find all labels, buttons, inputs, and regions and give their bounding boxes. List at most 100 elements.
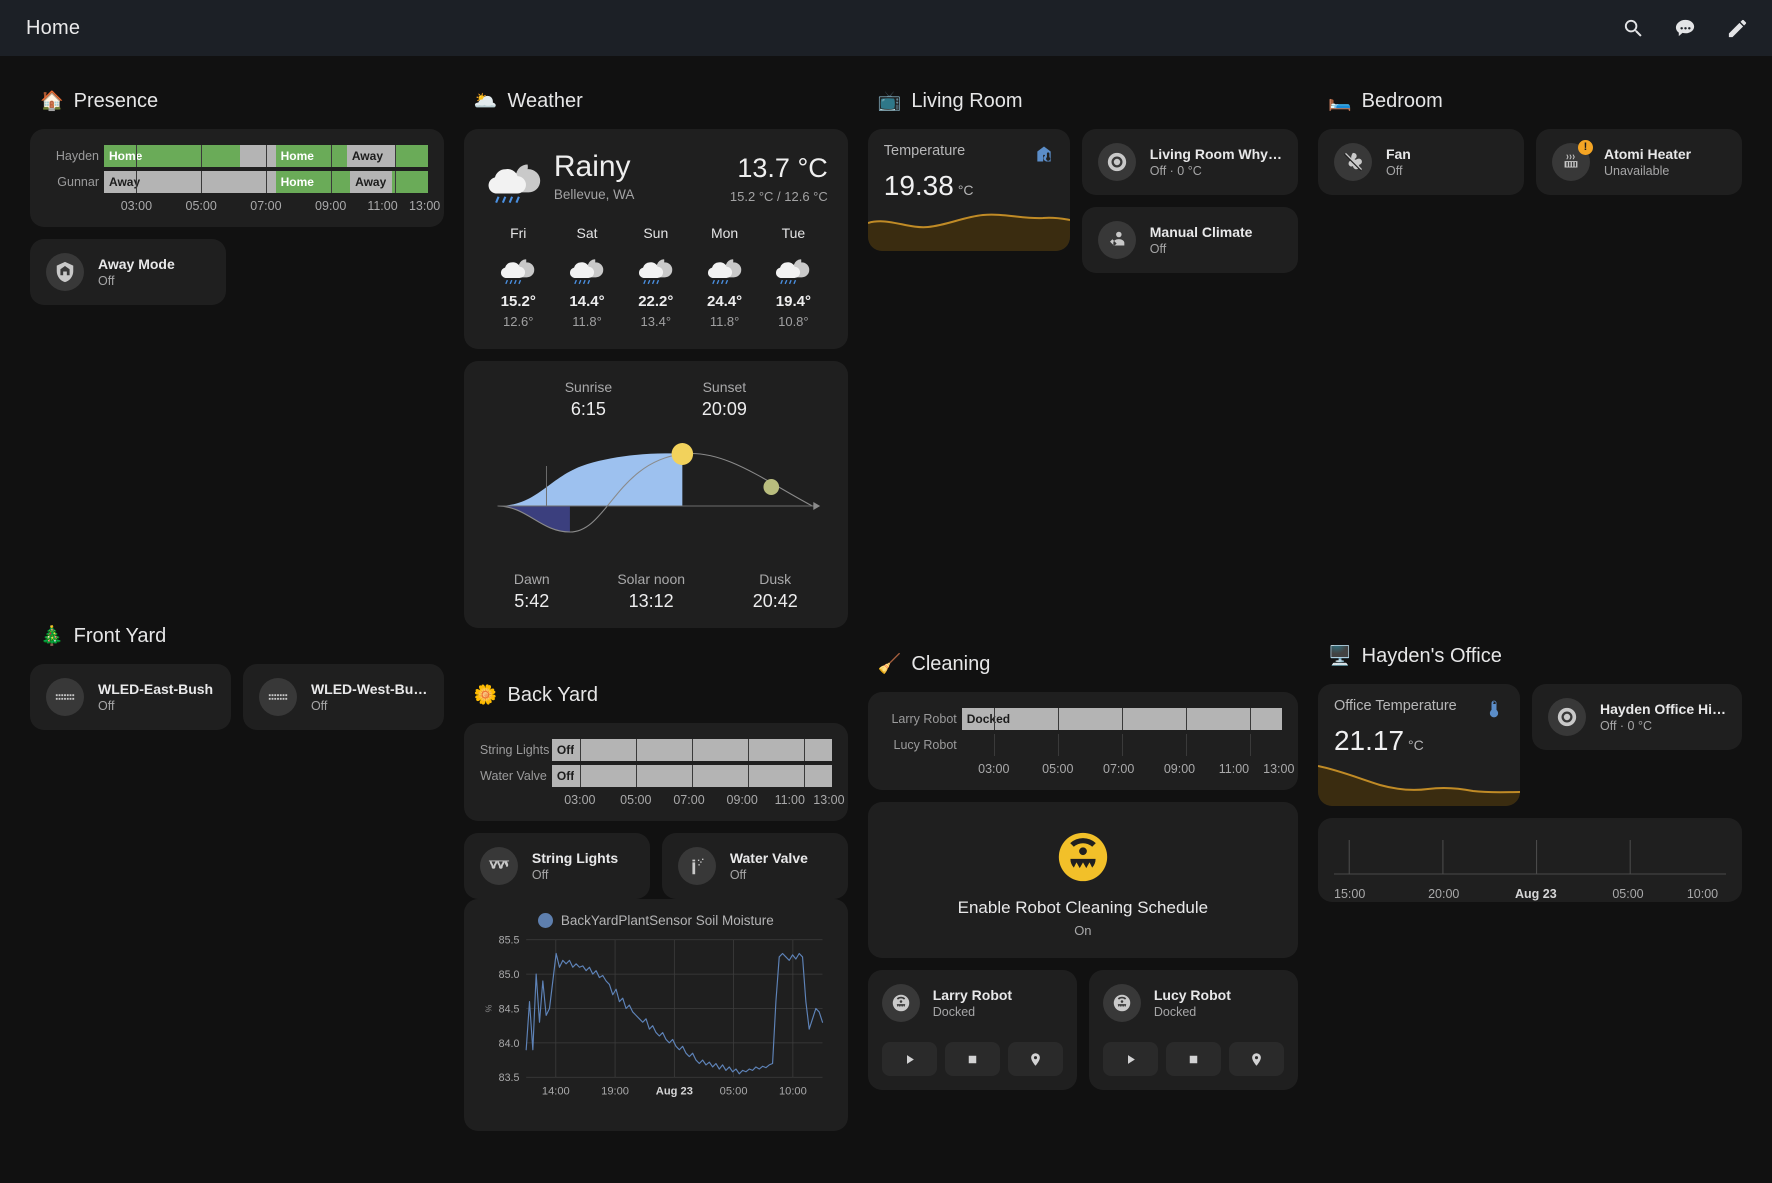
sun-elevation-graph bbox=[480, 432, 832, 557]
timeline-segment[interactable] bbox=[240, 145, 276, 167]
office-temperature-card[interactable]: Office Temperature 21.17 °C bbox=[1317, 684, 1520, 806]
timeline-segment[interactable]: Off bbox=[551, 765, 832, 787]
vacuum-controls bbox=[1102, 1042, 1284, 1076]
tile-state: Unavailable bbox=[1603, 164, 1670, 178]
vacuum-head: Lucy Robot Docked bbox=[1102, 984, 1284, 1022]
vacuum-text: Lucy Robot Docked bbox=[1154, 987, 1231, 1019]
axis-tick: 07:00 bbox=[250, 199, 282, 213]
tile-wled-west-bush[interactable]: WLED-West-Bush Off bbox=[242, 664, 444, 730]
vacuum-card-larry-robot[interactable]: Larry Robot Docked bbox=[867, 970, 1077, 1090]
dawn-block: Dawn 5:42 bbox=[514, 571, 550, 612]
tile-text: WLED-East-Bush Off bbox=[98, 681, 213, 713]
rainy-icon bbox=[636, 248, 676, 288]
presence-history-card[interactable]: Hayden Home Home Away Gunnar Away Home A… bbox=[30, 129, 444, 227]
timeline-segment[interactable]: Home bbox=[275, 145, 347, 167]
axis-tick: 11:00 bbox=[1218, 762, 1250, 776]
sensor-label: Temperature bbox=[883, 143, 966, 159]
blossom-icon: 🌼 bbox=[473, 685, 498, 706]
tile-atomi-heater[interactable]: ! Atomi Heater Unavailable bbox=[1535, 129, 1742, 195]
timeline-segment[interactable] bbox=[392, 171, 428, 193]
svg-text:14:00: 14:00 bbox=[542, 1086, 570, 1098]
timeline-segment[interactable]: Home bbox=[104, 145, 241, 167]
play-button[interactable] bbox=[881, 1042, 937, 1076]
forecast-low: 13.4° bbox=[640, 314, 672, 329]
timeline-segment[interactable]: Away bbox=[346, 145, 396, 167]
timeline-track bbox=[962, 734, 1282, 756]
timeline-row-label: Gunnar bbox=[57, 175, 99, 189]
enable-robot-cleaning-schedule-button[interactable]: Enable Robot Cleaning Schedule On bbox=[867, 802, 1298, 958]
office-axis-ticks: 15:00 20:00 Aug 23 05:00 10:00 bbox=[1334, 887, 1726, 902]
sunrise-block: Sunrise 6:15 bbox=[565, 379, 612, 420]
weather-card[interactable]: Rainy Bellevue, WA 13.7 °C 15.2 °C / 12.… bbox=[463, 129, 848, 349]
robot-vacuum-icon bbox=[1102, 984, 1141, 1022]
svg-text:%: % bbox=[483, 1004, 493, 1012]
locate-button[interactable] bbox=[1228, 1042, 1284, 1076]
axis-tick: Aug 23 bbox=[1515, 887, 1557, 901]
axis-tick: 05:00 bbox=[1612, 887, 1644, 901]
weather-temperature: 13.7 °C bbox=[737, 153, 828, 183]
living-room-temperature-card[interactable]: Temperature 19.38 °C bbox=[867, 129, 1070, 251]
hayden-office-tiles: Hayden Office Hi… Off · 0 °C bbox=[1531, 684, 1742, 750]
axis-tick: 09:00 bbox=[315, 199, 347, 213]
tile-label: Living Room Why… bbox=[1149, 146, 1282, 162]
desktop-computer-icon: 🖥️ bbox=[1327, 646, 1352, 667]
section-title-cleaning: 🧹 Cleaning bbox=[878, 653, 1298, 676]
tile-fan[interactable]: Fan Off bbox=[1317, 129, 1524, 195]
living-room-tiles: Living Room Why… Off · 0 °C Manual Clima… bbox=[1081, 129, 1298, 273]
forecast-day: Tue 19.4° 10.8° bbox=[759, 225, 828, 329]
vacuum-card-lucy-robot[interactable]: Lucy Robot Docked bbox=[1088, 970, 1298, 1090]
svg-text:85.5: 85.5 bbox=[499, 935, 520, 947]
timeline-segment[interactable]: Docked bbox=[961, 708, 1282, 730]
office-history-axis-card[interactable]: 15:00 20:00 Aug 23 05:00 10:00 bbox=[1317, 818, 1742, 902]
timeline-segment[interactable]: Home bbox=[275, 171, 351, 193]
timeline-track: Home Home Away bbox=[104, 145, 428, 167]
timeline-segment-label: Away bbox=[355, 175, 387, 189]
sun-card[interactable]: Sunrise 6:15 Sunset 20:09 Dawn 5:42 Sola… bbox=[463, 361, 848, 628]
cleaning-history-card[interactable]: Larry Robot Docked Lucy Robot 03:00 05:0… bbox=[867, 692, 1298, 790]
led-strip-icon bbox=[46, 678, 84, 716]
timeline-segment[interactable]: Off bbox=[551, 739, 832, 761]
search-icon[interactable] bbox=[1620, 15, 1646, 41]
timeline-segment-label: Home bbox=[280, 175, 314, 189]
dashboard-root: Home 🏠 Presence Hayden Home Home Away Gu… bbox=[0, 0, 1772, 1183]
tile-away-mode[interactable]: Away Mode Off bbox=[30, 239, 226, 305]
assist-icon[interactable] bbox=[1672, 15, 1698, 41]
sunset-value: 20:09 bbox=[701, 399, 747, 419]
cloud-icon: 🌥️ bbox=[473, 91, 498, 112]
solar-noon-label: Solar noon bbox=[617, 571, 686, 587]
section-label: Bedroom bbox=[1361, 90, 1443, 112]
toolbar-actions bbox=[1620, 15, 1750, 41]
tile-hayden-office-hi[interactable]: Hayden Office Hi… Off · 0 °C bbox=[1531, 684, 1742, 750]
play-button[interactable] bbox=[1102, 1042, 1158, 1076]
timeline-segment[interactable]: Away bbox=[104, 171, 276, 193]
forecast-low: 10.8° bbox=[778, 314, 809, 329]
tile-living-room-whynter[interactable]: Living Room Why… Off · 0 °C bbox=[1081, 129, 1298, 195]
chart-legend[interactable]: BackYardPlantSensor Soil Moisture bbox=[474, 913, 838, 928]
timeline-segment[interactable] bbox=[395, 145, 428, 167]
tile-state: Off bbox=[729, 868, 747, 882]
forecast-low: 11.8° bbox=[709, 314, 740, 329]
stop-button[interactable] bbox=[944, 1042, 1000, 1076]
timeline-row-label: Lucy Robot bbox=[893, 738, 957, 752]
back-yard-history-card[interactable]: String Lights Off Water Valve Off 03:00 … bbox=[463, 723, 848, 821]
tile-state: Off bbox=[1149, 242, 1167, 256]
locate-button[interactable] bbox=[1007, 1042, 1063, 1076]
svg-text:19:00: 19:00 bbox=[601, 1086, 629, 1098]
tile-label: String Lights bbox=[531, 850, 619, 866]
timeline-segment[interactable] bbox=[962, 734, 1282, 756]
tile-wled-east-bush[interactable]: WLED-East-Bush Off bbox=[30, 664, 231, 730]
soil-moisture-chart-card[interactable]: BackYardPlantSensor Soil Moisture 83.5 84… bbox=[463, 899, 848, 1131]
tile-string-lights[interactable]: String Lights Off bbox=[463, 833, 650, 899]
weather-range: 15.2 °C / 12.6 °C bbox=[729, 189, 828, 204]
presence-tiles: Away Mode Off bbox=[30, 239, 444, 305]
tile-manual-climate[interactable]: Manual Climate Off bbox=[1081, 207, 1298, 273]
robot-vacuum-icon bbox=[881, 984, 920, 1022]
edit-icon[interactable] bbox=[1724, 15, 1750, 41]
forecast-low: 11.8° bbox=[572, 314, 602, 329]
vacuum-state: Docked bbox=[932, 1005, 976, 1019]
timeline-segment[interactable]: Away bbox=[350, 171, 393, 193]
bed-icon: 🛏️ bbox=[1327, 91, 1352, 112]
tile-water-valve[interactable]: Water Valve Off bbox=[661, 833, 848, 899]
stop-button[interactable] bbox=[1165, 1042, 1221, 1076]
axis-tick: 10:00 bbox=[1686, 887, 1719, 901]
